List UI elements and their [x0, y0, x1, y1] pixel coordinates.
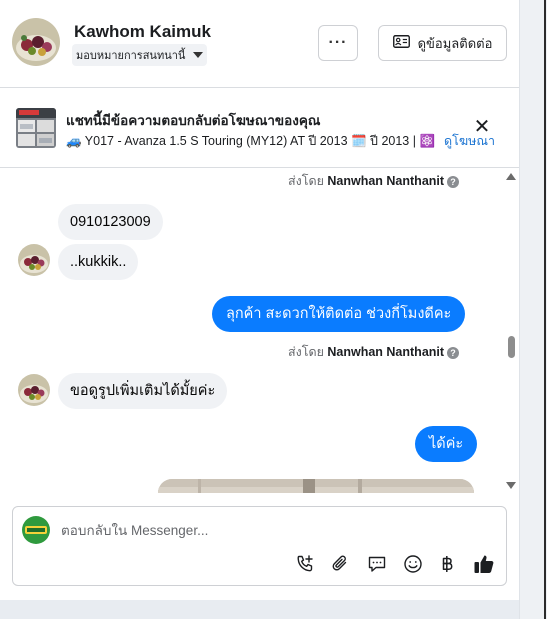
- conversation-header: Kawhom Kaimuk มอบหมายการสนทนานี้ ··· ดูข…: [0, 0, 519, 88]
- reply-composer: [12, 506, 507, 586]
- baht-icon[interactable]: [436, 553, 458, 575]
- paperclip-icon[interactable]: [330, 553, 352, 575]
- sent-by-name: Nanwhan Nanthanit: [327, 174, 445, 188]
- info-icon[interactable]: ?: [447, 176, 460, 188]
- message-bubble-incoming[interactable]: ..kukkik..: [58, 244, 139, 280]
- avatar: [18, 244, 50, 276]
- message-bubble-incoming[interactable]: 0910123009: [58, 204, 163, 240]
- window-divider: [544, 0, 546, 619]
- ad-reply-banner: แชทนี้มีข้อความตอบกลับต่อโฆษณาของคุณ 🚙 Y…: [0, 88, 519, 168]
- bottom-strip: [0, 600, 519, 619]
- image-attachment[interactable]: [158, 479, 474, 493]
- avatar: [18, 374, 50, 406]
- ad-banner-subtitle: 🚙 Y017 - Avanza 1.5 S Touring (MY12) AT …: [66, 134, 438, 148]
- close-icon[interactable]: ✕: [473, 117, 491, 137]
- sent-by-label: ส่งโดย Nanwhan Nanthanit?: [288, 342, 460, 362]
- messenger-panel: Kawhom Kaimuk มอบหมายการสนทนานี้ ··· ดูข…: [0, 0, 519, 600]
- scroll-up-arrow[interactable]: [506, 173, 516, 180]
- message-bubble-outgoing[interactable]: ลุกค้า สะดวกให้ติดต่อ ช่วงกี่โมงดีคะ: [212, 296, 466, 332]
- avatar[interactable]: [12, 18, 60, 66]
- phone-add-icon[interactable]: [294, 553, 316, 575]
- contact-card-icon: [392, 35, 410, 51]
- chat-bubble-icon[interactable]: [366, 553, 388, 575]
- page-avatar: [22, 516, 50, 544]
- view-contact-button[interactable]: ดูข้อมูลติดต่อ: [378, 25, 507, 61]
- smiley-icon[interactable]: [402, 553, 424, 575]
- message-bubble-incoming[interactable]: ขอดูรูปเพิ่มเติมได้มั้ยค่ะ: [58, 373, 228, 409]
- sent-by-label: ส่งโดย Nanwhan Nanthanit?: [288, 171, 460, 191]
- window-edge: [519, 0, 547, 619]
- more-label: ···: [328, 34, 348, 51]
- scrollbar-thumb[interactable]: [508, 336, 515, 358]
- assign-conversation-dropdown[interactable]: มอบหมายการสนทนานี้: [72, 44, 208, 66]
- sent-by-prefix: ส่งโดย: [288, 345, 324, 359]
- sent-by-prefix: ส่งโดย: [288, 174, 324, 188]
- scroll-down-arrow[interactable]: [506, 482, 516, 489]
- more-options-button[interactable]: ···: [318, 25, 358, 61]
- contact-name: Kawhom Kaimuk: [74, 22, 211, 41]
- ad-thumbnail: [16, 108, 56, 148]
- message-bubble-outgoing[interactable]: ได้ค่ะ: [415, 426, 478, 462]
- info-icon[interactable]: ?: [447, 347, 460, 359]
- contact-label: ดูข้อมูลติดต่อ: [417, 35, 493, 51]
- assign-label: มอบหมายการสนทนานี้: [76, 50, 186, 62]
- sent-by-name: Nanwhan Nanthanit: [327, 345, 445, 359]
- message-thread[interactable]: ส่งโดย Nanwhan Nanthanit? 0910123009 ..k…: [0, 168, 519, 493]
- thumbs-up-icon[interactable]: [473, 553, 495, 575]
- caret-down-icon: [193, 52, 204, 58]
- reply-input[interactable]: [61, 519, 461, 541]
- ad-banner-title: แชทนี้มีข้อความตอบกลับต่อโฆษณาของคุณ: [66, 113, 321, 128]
